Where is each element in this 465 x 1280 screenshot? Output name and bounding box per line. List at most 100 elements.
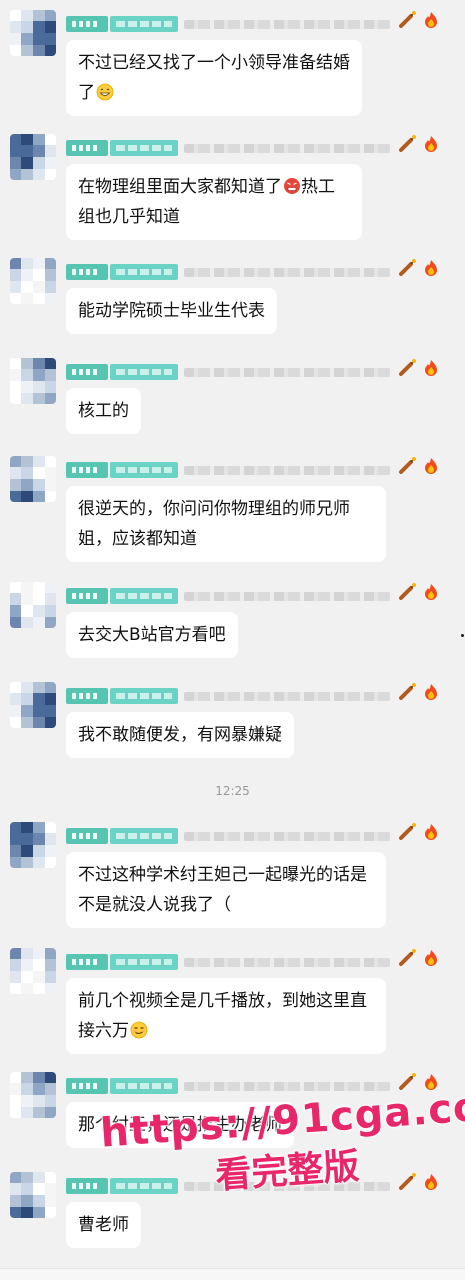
sender-meta (66, 688, 396, 704)
sender-name-blurred (184, 832, 390, 841)
level-badge (66, 462, 108, 478)
title-badge (110, 588, 178, 604)
sender-name-blurred (184, 1082, 390, 1091)
avatar-pixel (33, 381, 45, 393)
flame-icon (425, 584, 437, 600)
avatar-pixel (21, 258, 33, 269)
title-badge (110, 140, 178, 156)
avatar-pixel (45, 705, 56, 717)
avatar-pixel (45, 1183, 56, 1195)
message-bubble[interactable]: 去交大B站官方看吧 (66, 612, 238, 658)
avatar[interactable] (10, 822, 56, 868)
message-bubble[interactable]: 在物理组里面大家都知道了 热工组也几乎知道 (66, 164, 362, 240)
avatar-pixel (33, 369, 45, 381)
flame-icon (425, 360, 437, 376)
avatar-pixel (10, 10, 21, 21)
avatar-pixel (21, 971, 33, 983)
message-text: 去交大B站官方看吧 (78, 625, 226, 645)
avatar-pixel (33, 169, 45, 180)
avatar-pixel (33, 971, 45, 983)
avatar-pixel (10, 393, 21, 404)
angry-face-emoji (284, 178, 300, 194)
avatar-pixel (21, 705, 33, 717)
message-bubble[interactable]: 我不敢随便发，有网暴嫌疑 (66, 712, 294, 758)
avatar-pixel (33, 605, 45, 617)
firecracker-icon (399, 11, 416, 28)
avatar-pixel (45, 845, 56, 857)
message-bubble[interactable]: 那个纣王，还是招生办老师 (66, 1102, 294, 1148)
flame-icon (425, 684, 437, 700)
message-bubble[interactable]: 前几个视频全是几千播放，到她这里直接六万 (66, 978, 386, 1054)
sender-meta (66, 16, 396, 32)
avatar[interactable] (10, 10, 56, 56)
message-bubble[interactable]: 能动学院硕士毕业生代表 (66, 288, 277, 334)
message-text: 很逆天的，你问问你物理组的师兄师姐，应该都知道 (78, 499, 350, 549)
avatar-pixel (33, 845, 45, 857)
message-bubble[interactable]: 很逆天的，你问问你物理组的师兄师姐，应该都知道 (66, 486, 386, 562)
avatar[interactable] (10, 258, 56, 304)
avatar-pixel (33, 1107, 45, 1118)
sender-name-blurred (184, 692, 390, 701)
avatar-pixel (33, 617, 45, 628)
avatar-pixel (10, 134, 21, 145)
avatar[interactable] (10, 1172, 56, 1218)
avatar-pixel (33, 1095, 45, 1107)
avatar[interactable] (10, 682, 56, 728)
avatar-pixel (21, 33, 33, 45)
sender-name-blurred (184, 20, 390, 29)
avatar-pixel (33, 1207, 45, 1218)
level-badge (66, 1178, 108, 1194)
avatar-pixel (45, 369, 56, 381)
avatar-pixel (10, 959, 21, 971)
avatar[interactable] (10, 358, 56, 404)
avatar-pixel (33, 10, 45, 21)
firecracker-icon (399, 949, 416, 966)
avatar-pixel (21, 833, 33, 845)
avatar-pixel (45, 857, 56, 868)
avatar-pixel (21, 1107, 33, 1118)
avatar-pixel (10, 157, 21, 169)
avatar-pixel (10, 857, 21, 868)
avatar-pixel (33, 281, 45, 293)
avatar-pixel (10, 456, 21, 467)
avatar-pixel (45, 169, 56, 180)
avatar-pixel (21, 1083, 33, 1095)
level-badge (66, 954, 108, 970)
avatar-pixel (21, 948, 33, 959)
avatar-pixel (10, 381, 21, 393)
avatar-pixel (33, 582, 45, 593)
avatar[interactable] (10, 948, 56, 994)
avatar-pixel (10, 971, 21, 983)
avatar-pixel (10, 269, 21, 281)
sender-name-blurred (184, 368, 390, 377)
message-bubble[interactable]: 曹老师 (66, 1202, 141, 1248)
message-bubble[interactable]: 不过这种学术纣王妲己一起曝光的话是不是就没人说我了（ (66, 852, 386, 928)
title-badge (110, 16, 178, 32)
title-badge (110, 1078, 178, 1094)
sender-name-blurred (184, 592, 390, 601)
avatar-pixel (21, 157, 33, 169)
avatar[interactable] (10, 134, 56, 180)
avatar-pixel (33, 983, 45, 994)
title-badge (110, 264, 178, 280)
avatar-pixel (21, 467, 33, 479)
message-text: 不过已经又找了一个小领导准备结婚了 (78, 53, 350, 103)
smirk-emoji (130, 1021, 148, 1039)
avatar-pixel (10, 605, 21, 617)
avatar[interactable] (10, 582, 56, 628)
message-bubble[interactable]: 核工的 (66, 388, 141, 434)
sender-name-blurred (184, 466, 390, 475)
title-badge (110, 1178, 178, 1194)
message-text: 曹老师 (78, 1215, 129, 1235)
avatar[interactable] (10, 1072, 56, 1118)
avatar-pixel (21, 593, 33, 605)
avatar-pixel (21, 21, 33, 33)
level-badge (66, 264, 108, 280)
avatar[interactable] (10, 456, 56, 502)
avatar-pixel (33, 33, 45, 45)
avatar-pixel (45, 456, 56, 467)
level-badge (66, 1078, 108, 1094)
avatar-pixel (33, 269, 45, 281)
message-bubble[interactable]: 不过已经又找了一个小领导准备结婚了 (66, 40, 362, 116)
avatar-pixel (45, 33, 56, 45)
